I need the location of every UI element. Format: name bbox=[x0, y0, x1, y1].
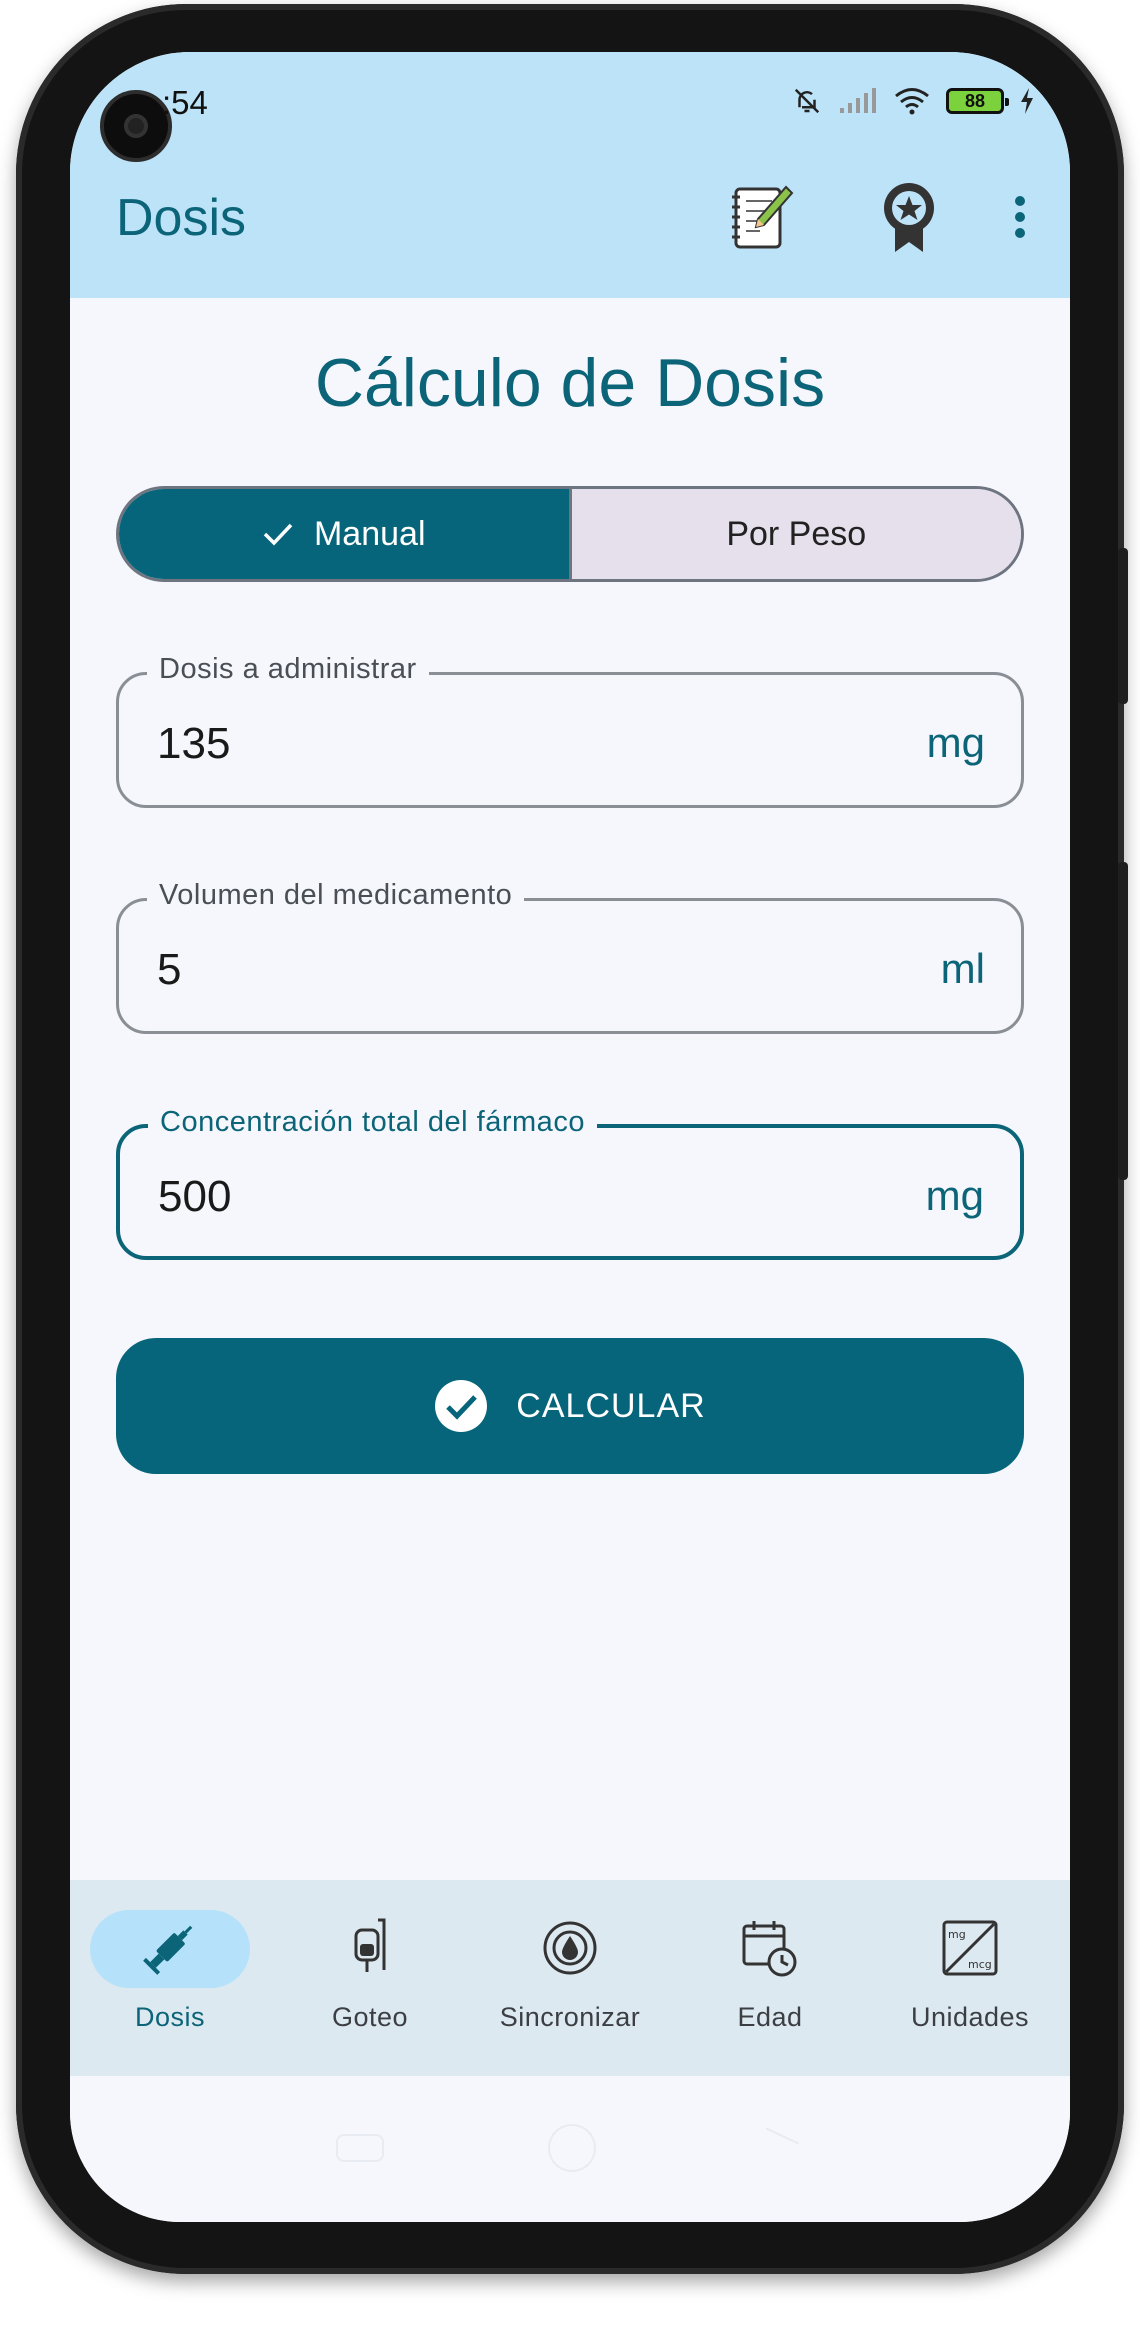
status-icons: 88 bbox=[792, 86, 1034, 116]
svg-text:mcg: mcg bbox=[968, 1958, 992, 1971]
nav-item-goteo[interactable]: Goteo bbox=[270, 1880, 470, 2076]
nav-label-sincronizar: Sincronizar bbox=[499, 2002, 641, 2032]
home-button[interactable] bbox=[548, 2124, 596, 2172]
screen: :54 88 Dosis Cálculo de Dosis Manual Por… bbox=[70, 52, 1070, 2222]
status-time: :54 bbox=[162, 84, 208, 121]
nav-item-dosis[interactable]: Dosis bbox=[70, 1880, 270, 2076]
notes-icon[interactable] bbox=[722, 178, 800, 256]
power-button bbox=[1118, 862, 1128, 1180]
volume-input[interactable] bbox=[157, 945, 757, 995]
mode-weight-button[interactable]: Por Peso bbox=[571, 489, 1021, 579]
nav-item-unidades[interactable]: mg mcg Unidades bbox=[870, 1880, 1070, 2076]
battery-icon: 88 bbox=[946, 88, 1009, 114]
wifi-icon bbox=[895, 88, 929, 115]
concentration-input[interactable] bbox=[158, 1172, 758, 1222]
volume-button bbox=[1118, 548, 1128, 704]
drop-sync-icon bbox=[538, 1916, 602, 1980]
app-bar: :54 88 Dosis bbox=[70, 52, 1070, 298]
calculate-button[interactable]: CALCULAR bbox=[116, 1338, 1024, 1474]
more-vert-icon[interactable] bbox=[990, 178, 1050, 256]
nav-label-dosis: Dosis bbox=[134, 2002, 205, 2032]
calculate-label: CALCULAR bbox=[516, 1386, 706, 1425]
nav-label-goteo: Goteo bbox=[331, 2002, 409, 2032]
dose-unit: mg bbox=[926, 719, 985, 766]
bell-off-icon bbox=[794, 88, 820, 114]
charging-icon bbox=[1021, 88, 1033, 114]
volume-unit: ml bbox=[940, 945, 985, 992]
signal-icon bbox=[840, 88, 876, 113]
volume-field-label: Volumen del medicamento bbox=[147, 879, 525, 912]
page-title: Cálculo de Dosis bbox=[314, 345, 826, 421]
app-title: Dosis bbox=[116, 189, 247, 247]
nav-item-sincronizar[interactable]: Sincronizar bbox=[470, 1880, 670, 2076]
award-icon[interactable] bbox=[870, 178, 948, 256]
concentration-field[interactable]: Concentración total del fármaco mg bbox=[116, 1106, 1024, 1260]
mode-toggle: Manual Por Peso bbox=[116, 486, 1024, 582]
back-button[interactable] bbox=[757, 2127, 799, 2163]
recents-button[interactable] bbox=[336, 2134, 384, 2162]
syringe-icon bbox=[138, 1916, 202, 1980]
concentration-unit: mg bbox=[925, 1172, 984, 1219]
check-icon bbox=[263, 523, 293, 546]
mode-manual-button[interactable]: Manual bbox=[119, 489, 572, 579]
svg-text:mg: mg bbox=[948, 1928, 966, 1941]
dose-field[interactable]: Dosis a administrar mg bbox=[116, 653, 1024, 808]
mode-weight-label: Por Peso bbox=[726, 514, 867, 553]
nav-label-edad: Edad bbox=[737, 2002, 803, 2032]
calendar-clock-icon bbox=[738, 1916, 802, 1980]
system-nav-bar bbox=[70, 2076, 1070, 2222]
dose-input[interactable] bbox=[157, 719, 757, 769]
iv-bag-icon bbox=[338, 1916, 402, 1980]
check-circle-icon bbox=[435, 1380, 488, 1432]
dose-field-label: Dosis a administrar bbox=[147, 653, 429, 686]
nav-item-edad[interactable]: Edad bbox=[670, 1880, 870, 2076]
volume-field[interactable]: Volumen del medicamento ml bbox=[116, 879, 1024, 1034]
bottom-nav: Dosis Goteo Sincronizar Edad mg mcg Unid… bbox=[70, 1880, 1070, 2076]
concentration-field-label: Concentración total del fármaco bbox=[148, 1106, 597, 1139]
mg-mcg-convert-icon: mg mcg bbox=[938, 1916, 1002, 1980]
mode-manual-label: Manual bbox=[313, 514, 426, 553]
nav-label-unidades: Unidades bbox=[910, 2002, 1030, 2032]
